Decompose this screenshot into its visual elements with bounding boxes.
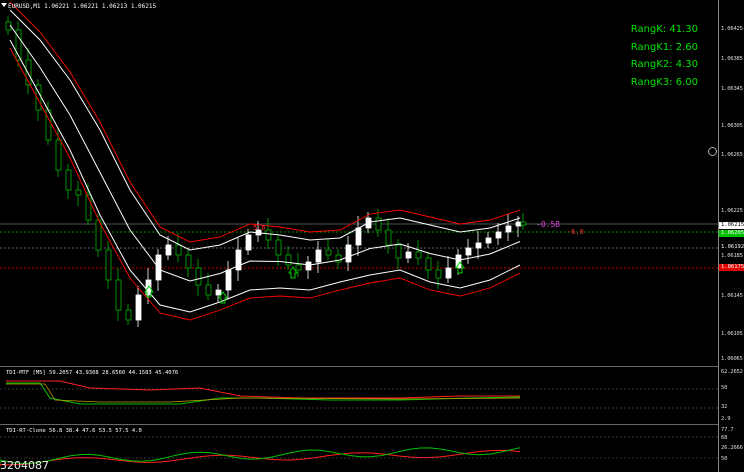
candle-body: [355, 227, 362, 246]
price-tick: 1.06345: [721, 86, 743, 92]
candle-body: [445, 267, 452, 279]
price-tick: 1.06065: [721, 356, 743, 362]
ind2-tick: 68: [721, 435, 728, 441]
candle-body: [375, 217, 382, 231]
candle-body: [325, 249, 332, 256]
candle-body: [165, 244, 172, 256]
annotation-value: -6.0: [567, 228, 584, 236]
tdi-mtf-panel[interactable]: TDI-MTF [M5] 59.2057 43.9308 28.6560 44.…: [0, 368, 718, 425]
rang-k3-label: RangK3: 6.00: [630, 77, 698, 88]
symbol-header: EURUSD,M1 1.06221 1.06221 1.06213 1.0621…: [8, 3, 157, 10]
ind2-tick: 50: [721, 456, 728, 462]
price-tick: 1.06105: [721, 331, 743, 337]
candle-body: [75, 189, 82, 196]
white-price-tag: 1.06192: [719, 244, 744, 251]
red-price-tag: 1.06175: [719, 264, 744, 271]
candle-body: [205, 284, 212, 296]
candle-body: [175, 244, 182, 256]
candle-body: [275, 239, 282, 256]
candle-body: [435, 269, 442, 279]
candle-body: [425, 257, 432, 271]
candle-body: [405, 251, 412, 259]
candle-body: [485, 237, 492, 244]
rang-k2-label: RangK2: 4.30: [630, 59, 698, 70]
ind1-tick: 50: [721, 385, 728, 391]
green-price-tag: 1.06205: [719, 230, 744, 237]
candle-body: [415, 251, 422, 259]
lower-red-band: [9, 47, 521, 321]
candle-body: [215, 289, 222, 296]
candle-body: [345, 244, 352, 263]
chart-menu-icon[interactable]: [1, 3, 7, 7]
candle-body: [135, 294, 142, 321]
candle-body: [125, 309, 132, 321]
candle-body: [285, 254, 292, 266]
price-tick: 1.06225: [721, 208, 743, 214]
price-tick: 1.06265: [721, 152, 743, 158]
tdi-rt-clone-panel[interactable]: TDI-RT-Clone 56.8 38.4 47.6 53.5 57.5 4.…: [0, 426, 718, 472]
candle-body: [55, 139, 62, 171]
tdi-mtf-canvas: [0, 380, 718, 409]
middle-white-band: [9, 24, 521, 282]
annotation-value: 5.6: [253, 224, 266, 232]
candle-body: [195, 267, 202, 286]
candle-body: [65, 169, 72, 191]
candle-body: [520, 221, 527, 226]
candle-body: [295, 264, 302, 271]
rang-k-label: RangK: 41.30: [630, 24, 698, 35]
signal-line: [6, 380, 520, 399]
ind2-tick: 26.2666: [721, 445, 743, 451]
rang-k1-label: RangK1: 2.60: [630, 42, 698, 53]
candle-body: [475, 242, 482, 249]
candle-body: [185, 254, 192, 269]
annotation-value: -0.58: [536, 220, 560, 229]
candle-body: [105, 249, 112, 281]
ind1-tick: 62.2652: [721, 369, 743, 375]
rsi-line: [0, 447, 521, 464]
candle-body: [225, 269, 232, 291]
tdi-mtf-header: TDI-MTF [M5] 59.2057 43.9308 28.6560 44.…: [6, 370, 179, 376]
price-tick: 1.06145: [721, 293, 743, 299]
candle-body: [515, 221, 522, 227]
candle-body: [305, 261, 312, 271]
lower-white-band: [9, 39, 521, 313]
candle-body: [385, 229, 392, 246]
candle-body: [95, 219, 102, 251]
footer-id: 3204087: [0, 459, 49, 472]
candle-body: [465, 247, 472, 256]
candle-body: [315, 249, 322, 263]
main-chart-panel[interactable]: EURUSD,M1 1.06221 1.06221 1.06213 1.0621…: [0, 0, 718, 367]
ind1-tick: 2.9: [721, 416, 731, 422]
clock-icon: [708, 147, 717, 156]
price-chart-canvas[interactable]: -0.58 5.6 -6.0: [0, 0, 718, 366]
candle-body: [505, 225, 512, 233]
candle-body: [395, 244, 402, 259]
candle-body: [245, 234, 252, 251]
ind2-tick: 77.7: [721, 427, 734, 433]
price-tick: 1.06425: [721, 26, 743, 32]
candle-body: [495, 231, 502, 239]
price-tick: 1.06185: [721, 253, 743, 259]
price-tick: 1.06305: [721, 123, 743, 129]
ind1-tick: 32: [721, 404, 728, 410]
price-scale[interactable]: 1.06425 1.06385 1.06345 1.06305 1.06265 …: [718, 0, 744, 472]
tdi-rt-clone-header: TDI-RT-Clone 56.8 38.4 47.6 53.5 57.5 4.…: [6, 428, 142, 434]
current-price-tag: 1.06215: [719, 222, 744, 229]
candle-body: [265, 229, 272, 241]
candle-body: [115, 279, 122, 311]
price-tick: 1.06385: [721, 56, 743, 62]
